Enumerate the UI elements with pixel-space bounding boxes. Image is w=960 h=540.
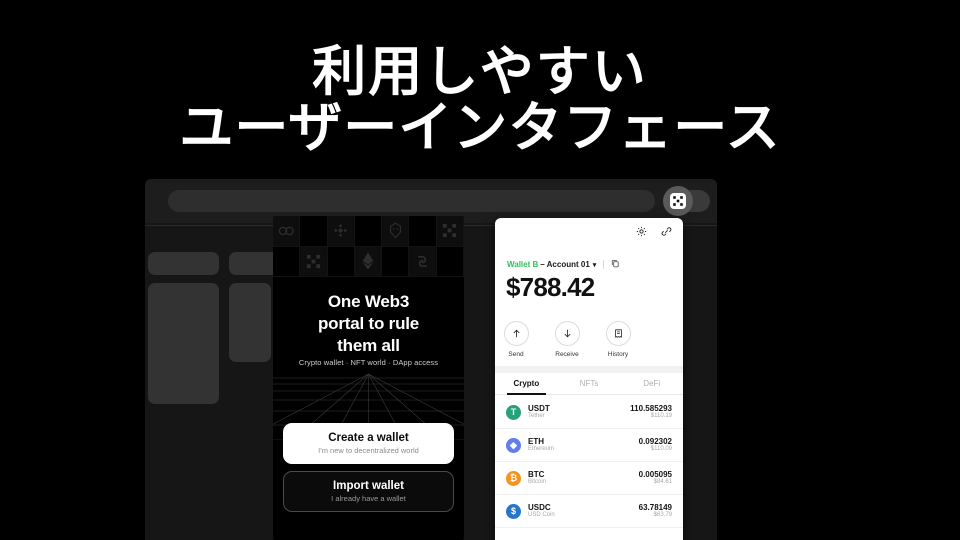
tab-crypto[interactable]: Crypto — [495, 373, 558, 395]
promo-title-line-3: them all — [337, 336, 400, 356]
token-names: USDC USD Coin — [528, 503, 639, 519]
token-names: USDT Tether — [528, 404, 630, 420]
promo-title: One Web3 portal to rule them all — [283, 291, 454, 357]
token-values: 110.585293 $110.19 — [630, 404, 672, 420]
table-row[interactable]: ₿ BTC Bitcoin 0.005095 $84.61 — [495, 462, 683, 495]
screenshot-stage: 利用しやすい ユーザーインタフェース One Web3 portal to ru… — [0, 0, 960, 540]
import-wallet-button[interactable]: Import wallet I already have a wallet — [283, 471, 454, 512]
swap-arrows-icon — [409, 246, 437, 277]
tab-defi[interactable]: DeFi — [620, 373, 683, 394]
import-wallet-label: Import wallet — [333, 480, 404, 492]
token-usd-value: $63.79 — [653, 512, 672, 518]
link-icon[interactable] — [661, 226, 672, 237]
binance-diamond-icon — [327, 216, 355, 247]
token-values: 63.78149 $63.79 — [639, 503, 672, 519]
table-row[interactable]: ◆ ETH Ethereum 0.092302 $110.09 — [495, 429, 683, 462]
token-names: BTC Bitcoin — [528, 470, 639, 486]
token-symbol: ETH — [528, 436, 544, 446]
grid-cell-empty — [354, 216, 383, 247]
token-amount: 0.092302 — [638, 436, 672, 446]
copy-icon[interactable] — [611, 259, 620, 270]
token-names: ETH Ethereum — [528, 437, 639, 453]
token-name: Bitcoin — [528, 479, 547, 485]
token-amount: 110.585293 — [630, 403, 672, 413]
token-values: 0.005095 $84.61 — [639, 470, 672, 486]
wallet-name: Wallet B — [507, 260, 539, 269]
wallet-tabs: Crypto NFTs DeFi — [495, 373, 683, 395]
crypto-logo-grid — [273, 216, 464, 277]
tab-nfts[interactable]: NFTs — [558, 373, 621, 394]
avatar-head-icon — [382, 216, 410, 247]
token-symbol: BTC — [528, 469, 545, 479]
arrow-down-icon — [554, 321, 580, 346]
headline-line-2: ユーザーインタフェース — [179, 98, 781, 159]
token-name: USD Coin — [528, 512, 555, 518]
history-button[interactable]: History — [605, 321, 631, 358]
token-amount: 0.005095 — [638, 469, 672, 479]
onboarding-promo-card: One Web3 portal to rule them all Crypto … — [273, 216, 464, 540]
headline-line-1: 利用しやすい — [312, 42, 648, 102]
import-wallet-sublabel: I already have a wallet — [331, 494, 406, 503]
address-bar[interactable] — [168, 190, 655, 212]
wallet-extension-panel: Wallet B – Account 01 ▾ $788.42 Send Rec… — [495, 218, 683, 540]
page-headline: 利用しやすい ユーザーインタフェース — [0, 44, 960, 156]
content-placeholder-block — [148, 252, 219, 275]
token-symbol: USDC — [528, 502, 551, 512]
token-usd-value: $110.09 — [650, 446, 672, 452]
gear-icon[interactable] — [636, 226, 647, 237]
table-row[interactable]: T USDT Tether 110.585293 $110.19 — [495, 396, 683, 429]
chain-links-icon — [273, 216, 301, 247]
eth-icon: ◆ — [506, 437, 521, 453]
grid-cell-empty — [382, 246, 410, 277]
account-name: – Account 01 — [540, 260, 590, 269]
token-symbol: USDT — [528, 403, 550, 413]
promo-title-line-1: One Web3 — [327, 292, 410, 311]
grid-cell-empty — [273, 246, 301, 277]
create-wallet-button[interactable]: Create a wallet I'm new to decentralized… — [283, 423, 454, 464]
wallet-extension-icon[interactable] — [670, 193, 686, 209]
create-wallet-sublabel: I'm new to decentralized world — [318, 446, 419, 455]
content-placeholder-block — [229, 283, 271, 362]
token-amount: 63.78149 — [638, 502, 672, 512]
chevron-down-icon[interactable]: ▾ — [593, 261, 597, 269]
btc-icon: ₿ — [506, 470, 521, 486]
usdc-icon: $ — [506, 503, 521, 519]
table-row[interactable]: $ USDC USD Coin 63.78149 $63.79 — [495, 495, 683, 528]
arrow-up-icon — [503, 321, 529, 346]
promo-subtitle: Crypto wallet · NFT world · DApp access — [298, 358, 439, 367]
history-label: History — [607, 351, 629, 358]
divider — [603, 260, 605, 269]
token-usd-value: $110.19 — [650, 413, 672, 419]
grid-cell-empty — [300, 216, 328, 247]
token-list: T USDT Tether 110.585293 $110.19 ◆ ETH E… — [495, 396, 683, 528]
usdt-icon: T — [506, 404, 521, 420]
send-button[interactable]: Send — [503, 321, 529, 358]
section-divider — [495, 366, 683, 373]
document-icon — [605, 321, 631, 346]
grid-cell-empty — [409, 216, 437, 247]
ethereum-diamond-icon — [354, 246, 383, 277]
content-placeholder-block — [148, 283, 219, 404]
grid-cell-empty — [436, 246, 464, 277]
token-name: Tether — [528, 413, 545, 419]
wallet-balance: $788.42 — [506, 272, 595, 302]
token-name: Ethereum — [528, 446, 555, 452]
promo-title-line-2: portal to rule — [317, 314, 420, 334]
send-label: Send — [508, 351, 524, 358]
wallet-actions: Send Receive History — [503, 321, 633, 358]
token-values: 0.092302 $110.09 — [639, 437, 672, 453]
dice-dots-icon — [436, 216, 464, 247]
account-selector[interactable]: Wallet B – Account 01 ▾ — [507, 259, 620, 270]
create-wallet-label: Create a wallet — [328, 432, 409, 444]
token-usd-value: $84.61 — [653, 479, 672, 485]
receive-button[interactable]: Receive — [554, 321, 580, 358]
wallet-panel-toolbar — [636, 226, 672, 237]
dice-dots-icon — [300, 246, 328, 277]
receive-label: Receive — [555, 351, 579, 358]
grid-cell-empty — [327, 246, 355, 277]
